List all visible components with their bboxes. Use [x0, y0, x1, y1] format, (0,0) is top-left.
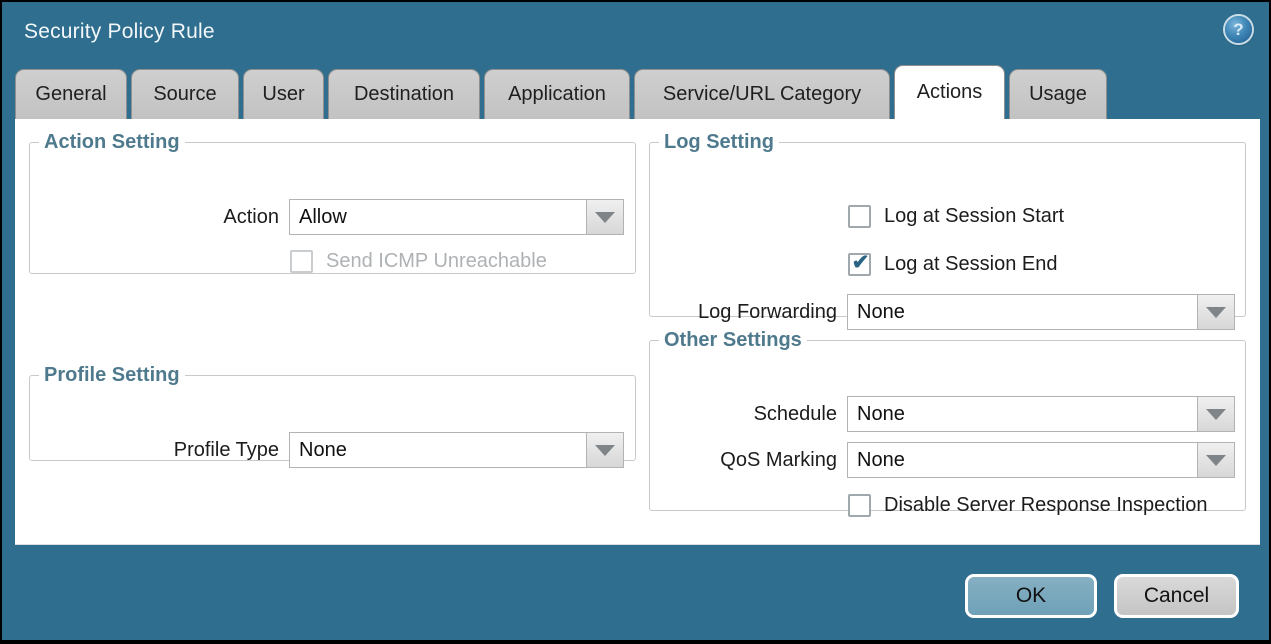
- tab-actions[interactable]: Actions: [894, 65, 1005, 119]
- disable-server-response-inspection-label: Disable Server Response Inspection: [884, 494, 1208, 517]
- qos-marking-label: QoS Marking: [651, 449, 847, 472]
- ok-button[interactable]: OK: [965, 574, 1097, 618]
- schedule-row: Schedule None: [651, 396, 1235, 432]
- profile-type-dropdown-value: None: [290, 433, 586, 467]
- schedule-dropdown[interactable]: None: [847, 396, 1235, 432]
- chevron-down-icon[interactable]: [586, 433, 623, 467]
- chevron-down-icon[interactable]: [586, 200, 623, 234]
- log-setting-legend: Log Setting: [659, 131, 779, 153]
- log-at-session-end-row: Log at Session End: [848, 253, 1057, 276]
- tab-user-label: User: [262, 83, 304, 106]
- action-row: Action Allow: [31, 199, 624, 235]
- qos-marking-row: QoS Marking None: [651, 442, 1235, 478]
- schedule-label: Schedule: [651, 403, 847, 426]
- profile-type-dropdown[interactable]: None: [289, 432, 624, 468]
- log-at-session-end-label: Log at Session End: [884, 253, 1057, 276]
- chevron-down-glyph: [1206, 307, 1226, 318]
- tab-source-label: Source: [153, 83, 216, 106]
- log-forwarding-row: Log Forwarding None: [651, 294, 1235, 330]
- tab-bar: General Source User Destination Applicat…: [15, 69, 1107, 119]
- tab-usage-label: Usage: [1029, 83, 1087, 106]
- disable-server-response-inspection-checkbox[interactable]: [848, 494, 871, 517]
- actions-tab-panel: Action Setting Action Allow Send ICMP Un…: [15, 119, 1260, 544]
- log-at-session-end-checkbox[interactable]: [848, 253, 871, 276]
- chevron-down-icon[interactable]: [1197, 397, 1234, 431]
- chevron-down-icon[interactable]: [1197, 443, 1234, 477]
- tab-application[interactable]: Application: [484, 69, 630, 119]
- qos-marking-dropdown-value: None: [848, 443, 1197, 477]
- dialog-title: Security Policy Rule: [24, 20, 215, 44]
- chevron-down-glyph: [1206, 409, 1226, 420]
- action-dropdown[interactable]: Allow: [289, 199, 624, 235]
- profile-setting-legend: Profile Setting: [39, 364, 185, 386]
- schedule-dropdown-value: None: [848, 397, 1197, 431]
- profile-type-label: Profile Type: [31, 439, 289, 462]
- log-forwarding-dropdown[interactable]: None: [847, 294, 1235, 330]
- tab-actions-label: Actions: [917, 81, 983, 104]
- tab-general[interactable]: General: [15, 69, 127, 119]
- qos-marking-dropdown[interactable]: None: [847, 442, 1235, 478]
- security-policy-rule-dialog: Security Policy Rule ? General Source Us…: [2, 2, 1269, 640]
- send-icmp-unreachable-label: Send ICMP Unreachable: [326, 250, 547, 273]
- log-at-session-start-checkbox[interactable]: [848, 205, 871, 228]
- profile-setting-group: Profile Setting Profile Type None: [29, 364, 636, 461]
- log-forwarding-label: Log Forwarding: [651, 301, 847, 324]
- log-at-session-start-row: Log at Session Start: [848, 205, 1064, 228]
- tab-user[interactable]: User: [243, 69, 324, 119]
- tab-service-url-category-label: Service/URL Category: [663, 83, 861, 106]
- tab-destination-label: Destination: [354, 83, 454, 106]
- help-icon[interactable]: ?: [1225, 16, 1252, 43]
- other-settings-legend: Other Settings: [659, 329, 807, 351]
- profile-type-row: Profile Type None: [31, 432, 624, 468]
- tab-application-label: Application: [508, 83, 606, 106]
- tab-source[interactable]: Source: [131, 69, 239, 119]
- action-setting-group: Action Setting Action Allow Send ICMP Un…: [29, 131, 636, 274]
- action-dropdown-value: Allow: [290, 200, 586, 234]
- send-icmp-unreachable-checkbox: [290, 250, 313, 273]
- tab-service-url-category[interactable]: Service/URL Category: [634, 69, 890, 119]
- action-setting-legend: Action Setting: [39, 131, 185, 153]
- action-label: Action: [31, 206, 289, 229]
- chevron-down-glyph: [595, 445, 615, 456]
- other-settings-group: Other Settings Schedule None QoS Marking…: [649, 329, 1246, 511]
- chevron-down-icon[interactable]: [1197, 295, 1234, 329]
- tab-destination[interactable]: Destination: [328, 69, 480, 119]
- log-forwarding-dropdown-value: None: [848, 295, 1197, 329]
- log-setting-group: Log Setting Log at Session Start Log at …: [649, 131, 1246, 317]
- disable-server-response-inspection-row: Disable Server Response Inspection: [848, 494, 1208, 517]
- send-icmp-unreachable-row: Send ICMP Unreachable: [290, 250, 547, 273]
- log-at-session-start-label: Log at Session Start: [884, 205, 1064, 228]
- tab-usage[interactable]: Usage: [1009, 69, 1107, 119]
- tab-general-label: General: [35, 83, 106, 106]
- chevron-down-glyph: [1206, 455, 1226, 466]
- cancel-button[interactable]: Cancel: [1114, 574, 1239, 618]
- chevron-down-glyph: [595, 212, 615, 223]
